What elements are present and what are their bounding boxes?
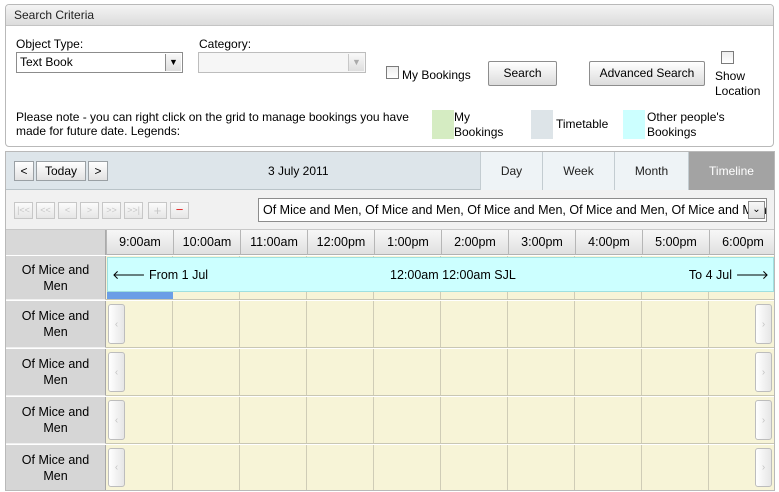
time-slot-label: 10:00am <box>173 230 240 255</box>
scroll-left-icon[interactable]: ‹ <box>108 352 125 392</box>
resource-row-label: Of Mice and Men <box>6 301 106 348</box>
scroll-left-icon[interactable]: ‹ <box>108 448 125 487</box>
note-text: Please note - you can right click on the… <box>16 110 409 138</box>
calendar-panel: < Today > 3 July 2011 Day Week Month Tim… <box>5 151 775 491</box>
today-button[interactable]: Today <box>36 161 86 181</box>
booking-from: 🡐 From 1 Jul <box>112 268 208 283</box>
time-slot-label: 3:00pm <box>508 230 575 255</box>
time-slot-label: 1:00pm <box>374 230 441 255</box>
chevron-down-icon[interactable]: ⌄ <box>748 201 765 219</box>
back-icon[interactable]: < <box>58 202 77 219</box>
booking-bar[interactable]: 🡐 From 1 Jul 12:00am 12:00am SJL To 4 Ju… <box>107 257 774 292</box>
arrow-left-icon: 🡐 <box>112 268 146 282</box>
time-header: 9:00am 10:00am 11:00am 12:00pm 1:00pm 2:… <box>6 230 774 255</box>
timeline-row[interactable]: ‹ › <box>106 301 774 348</box>
my-bookings-checkbox[interactable] <box>386 66 399 79</box>
resource-select-value: Of Mice and Men, Of Mice and Men, Of Mic… <box>263 203 767 217</box>
category-label: Category: <box>199 37 252 51</box>
tab-month[interactable]: Month <box>614 152 688 190</box>
legend-timetable-label: Timetable <box>556 117 609 131</box>
scroll-left-icon[interactable]: ‹ <box>108 400 125 440</box>
chevron-right-icon: > <box>94 164 102 178</box>
chevron-left-icon: < <box>20 164 28 178</box>
time-header-corner <box>6 230 106 255</box>
fast-forward-icon[interactable]: >> <box>102 202 121 219</box>
booking-to: To 4 Jul 🡒 <box>689 268 769 283</box>
resource-row-label: Of Mice and Men <box>6 445 106 490</box>
time-slot-label: 12:00pm <box>307 230 374 255</box>
booking-center-label: 12:00am 12:00am SJL <box>390 268 516 282</box>
time-slot-label: 4:00pm <box>575 230 642 255</box>
scroll-right-icon[interactable]: › <box>755 448 772 487</box>
time-slot-label: 6:00pm <box>709 230 774 255</box>
legend-my-bookings-label: My Bookings <box>454 110 504 139</box>
last-icon[interactable]: >>| <box>124 202 143 219</box>
scroll-left-icon[interactable]: ‹ <box>108 304 125 344</box>
first-icon[interactable]: |<< <box>14 202 33 219</box>
legend-my-bookings-swatch <box>432 110 454 139</box>
resource-row-label: Of Mice and Men <box>6 397 106 444</box>
object-type-label: Object Type: <box>16 37 84 51</box>
tab-day[interactable]: Day <box>480 152 542 190</box>
calendar-navbar: < Today > 3 July 2011 Day Week Month Tim… <box>6 152 774 190</box>
scroll-right-icon[interactable]: › <box>755 400 772 440</box>
note-line-2: made for future date. Legends: <box>16 124 181 138</box>
show-location-checkbox[interactable] <box>721 51 734 64</box>
booking-indicator <box>107 292 173 299</box>
timeline-row[interactable]: ‹ › <box>106 445 774 490</box>
resource-row-label: Of Mice and Men <box>6 256 106 300</box>
time-slot-label: 2:00pm <box>441 230 508 255</box>
my-bookings-label: My Bookings <box>402 68 471 82</box>
scroll-right-icon[interactable]: › <box>755 352 772 392</box>
time-slot-label: 5:00pm <box>642 230 709 255</box>
scroll-right-icon[interactable]: › <box>755 304 772 344</box>
arrow-right-icon: 🡒 <box>735 268 769 282</box>
remove-icon[interactable]: − <box>170 202 189 219</box>
show-location-label: Show Location <box>715 69 761 98</box>
next-button[interactable]: > <box>88 161 108 181</box>
search-criteria-panel: Search Criteria Object Type: Text Book ▼… <box>5 4 774 147</box>
booking-to-label: To 4 Jul <box>688 268 732 282</box>
search-criteria-title: Search Criteria <box>6 5 773 26</box>
tab-week[interactable]: Week <box>542 152 614 190</box>
timeline-row[interactable]: ‹ › <box>106 349 774 396</box>
current-date: 3 July 2011 <box>268 164 329 178</box>
search-button[interactable]: Search <box>488 61 557 86</box>
calendar-toolbar: |<< << < > >> >>| + − Of Mice and Men, O… <box>6 190 774 230</box>
timeline-row[interactable]: ‹ › <box>106 397 774 444</box>
advanced-search-button[interactable]: Advanced Search <box>589 61 705 86</box>
category-select[interactable]: ▼ <box>198 52 366 73</box>
forward-icon[interactable]: > <box>80 202 99 219</box>
time-slot-label: 9:00am <box>106 230 173 255</box>
booking-from-label: From 1 Jul <box>149 268 209 282</box>
legend-other-bookings-swatch <box>623 110 645 139</box>
time-slot-label: 11:00am <box>240 230 307 255</box>
add-icon[interactable]: + <box>148 202 167 219</box>
fast-back-icon[interactable]: << <box>36 202 55 219</box>
object-type-select[interactable]: Text Book ▼ <box>16 52 183 73</box>
tab-timeline[interactable]: Timeline <box>688 152 774 190</box>
chevron-down-icon[interactable]: ▼ <box>165 54 181 71</box>
legend-timetable-swatch <box>531 110 553 139</box>
legend-other-bookings-label: Other people's Bookings <box>647 110 725 139</box>
prev-button[interactable]: < <box>14 161 34 181</box>
resource-select[interactable]: Of Mice and Men, Of Mice and Men, Of Mic… <box>258 198 767 222</box>
note-line-1: Please note - you can right click on the… <box>16 110 409 124</box>
object-type-value: Text Book <box>20 55 73 69</box>
chevron-down-icon[interactable]: ▼ <box>348 54 364 71</box>
resource-row-label: Of Mice and Men <box>6 349 106 396</box>
